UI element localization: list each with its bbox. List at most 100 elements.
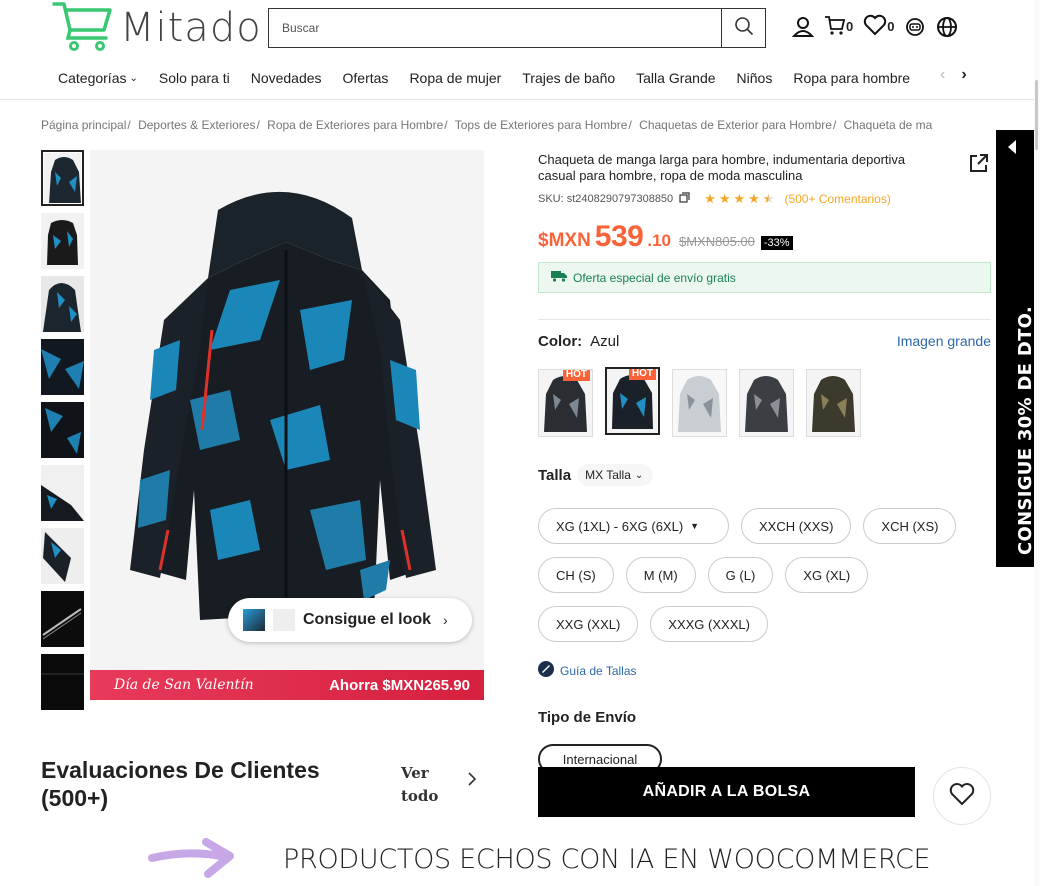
reviews-link[interactable]: (500+ Comentarios) bbox=[784, 192, 890, 206]
chevron-left-icon[interactable]: ‹ bbox=[940, 66, 945, 84]
size-option[interactable]: XXG (XXL) bbox=[538, 606, 639, 642]
original-price: $MXN805.00 bbox=[679, 234, 755, 249]
color-value: Azul bbox=[590, 333, 620, 350]
size-guide-link[interactable]: Guía de Tallas bbox=[538, 661, 637, 680]
sku-row: SKU: st2408290797308850 ★ ★ ★ ★ ★ (500+ … bbox=[538, 191, 891, 207]
nav-item-ropa-de-mujer[interactable]: Ropa de mujer bbox=[409, 70, 501, 86]
chevron-down-icon: ⌄ bbox=[634, 469, 644, 481]
thumbnail[interactable] bbox=[41, 654, 84, 710]
cart-button[interactable]: 0 bbox=[824, 14, 853, 39]
logo-text: Mitado bbox=[120, 5, 262, 51]
breadcrumb-separator: / bbox=[127, 118, 131, 132]
chevron-right-icon: › bbox=[443, 612, 448, 628]
thumbnail[interactable] bbox=[41, 150, 84, 206]
share-icon[interactable] bbox=[968, 152, 990, 179]
look-thumbnail bbox=[273, 609, 295, 631]
nav-arrows: ‹ › bbox=[940, 66, 967, 84]
nav-item-solo-para-ti[interactable]: Solo para ti bbox=[159, 70, 230, 86]
size-system-select[interactable]: MX Talla ⌄ bbox=[577, 464, 654, 486]
arrow-right-icon bbox=[148, 838, 238, 885]
size-option[interactable]: M (M) bbox=[625, 557, 696, 593]
size-label: Talla bbox=[538, 466, 572, 484]
cart-count: 0 bbox=[846, 19, 854, 34]
color-label: Color: bbox=[538, 333, 583, 350]
see-all-reviews-link[interactable]: Ver todo bbox=[401, 762, 449, 808]
user-icon[interactable] bbox=[792, 16, 814, 38]
color-swatch[interactable]: HOT bbox=[538, 369, 593, 437]
size-option[interactable]: G (L) bbox=[707, 557, 774, 593]
search-button[interactable] bbox=[721, 9, 765, 47]
color-swatch[interactable] bbox=[672, 369, 727, 437]
chevron-right-icon[interactable] bbox=[467, 772, 477, 791]
site-logo[interactable]: Mitado bbox=[52, 0, 262, 56]
nav-item-label: Categorías bbox=[58, 70, 127, 86]
breadcrumb-item[interactable]: Ropa de Exteriores para Hombre bbox=[267, 118, 443, 132]
add-to-wishlist-button[interactable] bbox=[933, 767, 991, 825]
breadcrumb-item[interactable]: Deportes & Exteriores bbox=[138, 118, 255, 132]
search-bar bbox=[268, 8, 766, 48]
star-icon: ★ bbox=[748, 191, 760, 206]
wishlist-button[interactable]: 0 bbox=[863, 14, 894, 39]
sku-text: SKU: st2408290797308850 bbox=[538, 193, 674, 205]
get-the-look-button[interactable]: Consigue el look › bbox=[228, 598, 472, 642]
breadcrumb-item[interactable]: Página principal bbox=[41, 118, 126, 132]
category-nav: Categorías ⌄ Solo para ti Novedades Ofert… bbox=[0, 62, 1040, 100]
breadcrumb-item[interactable]: Chaquetas de Exterior para Hombre bbox=[639, 118, 832, 132]
reviews-title: Evaluaciones De Clientes (500+) bbox=[41, 757, 320, 811]
look-thumbnail bbox=[243, 609, 265, 631]
big-image-link[interactable]: Imagen grande bbox=[897, 333, 991, 350]
heart-icon bbox=[863, 14, 887, 39]
support-icon[interactable] bbox=[904, 16, 926, 38]
add-to-bag-button[interactable]: AÑADIR A LA BOLSA bbox=[538, 767, 915, 817]
triangle-left-icon bbox=[1008, 140, 1018, 159]
star-icon: ★ bbox=[718, 191, 731, 206]
nav-item-categorias[interactable]: Categorías ⌄ bbox=[58, 70, 138, 86]
thumbnail[interactable] bbox=[41, 591, 84, 647]
breadcrumb-separator: / bbox=[628, 118, 632, 132]
heart-icon bbox=[949, 782, 975, 811]
star-icon: ★ bbox=[733, 191, 746, 206]
promo-event-label: Día de San Valentín bbox=[114, 677, 254, 693]
breadcrumb-separator: / bbox=[444, 118, 448, 132]
nav-item-novedades[interactable]: Novedades bbox=[251, 70, 322, 86]
wishlist-count: 0 bbox=[887, 19, 895, 34]
thumbnail[interactable] bbox=[41, 339, 84, 395]
size-option[interactable]: XXXG (XXXL) bbox=[650, 606, 768, 642]
color-swatch[interactable] bbox=[806, 369, 861, 437]
thumbnail[interactable] bbox=[41, 402, 84, 458]
color-row: Color: Azul Imagen grande bbox=[538, 333, 991, 350]
size-option[interactable]: CH (S) bbox=[538, 557, 614, 593]
banner-caption: PRODUCTOS ECHOS CON IA EN WOOCOMMERCE bbox=[283, 844, 931, 875]
color-swatch-selected[interactable]: HOT bbox=[605, 367, 660, 435]
size-option[interactable]: XXCH (XXS) bbox=[741, 508, 852, 544]
chevron-right-icon[interactable]: › bbox=[961, 66, 966, 84]
star-icon: ★ bbox=[704, 191, 716, 206]
thumbnail[interactable] bbox=[41, 276, 84, 332]
shipping-type-label: Tipo de Envío bbox=[538, 709, 637, 726]
size-option[interactable]: XCH (XS) bbox=[863, 508, 957, 544]
scrollbar-thumb[interactable] bbox=[1035, 80, 1038, 150]
copy-icon[interactable] bbox=[679, 192, 690, 206]
side-tab-text: CONSIGUE 30% DE DTO. bbox=[1015, 305, 1036, 555]
thumbnail[interactable] bbox=[41, 465, 84, 521]
size-option-plus[interactable]: XG (1XL) - 6XG (6XL) ▼ bbox=[538, 508, 729, 544]
nav-item-talla-grande[interactable]: Talla Grande bbox=[636, 70, 715, 86]
nav-item-ninos[interactable]: Niños bbox=[737, 70, 773, 86]
price-currency: $MXN bbox=[538, 230, 591, 251]
breadcrumb-item[interactable]: Tops de Exteriores para Hombre bbox=[455, 118, 628, 132]
color-swatch[interactable] bbox=[739, 369, 794, 437]
nav-item-ropa-para-hombre[interactable]: Ropa para hombre bbox=[793, 70, 910, 86]
nav-item-ofertas[interactable]: Ofertas bbox=[343, 70, 389, 86]
discount-side-tab[interactable]: CONSIGUE 30% DE DTO. bbox=[996, 130, 1036, 567]
hot-badge: HOT bbox=[628, 369, 656, 380]
nav-item-trajes-de-bano[interactable]: Trajes de baño bbox=[522, 70, 615, 86]
breadcrumb-separator: / bbox=[256, 118, 260, 132]
search-input[interactable] bbox=[269, 9, 721, 47]
thumbnail[interactable] bbox=[41, 213, 84, 269]
ruler-icon bbox=[538, 661, 554, 680]
promo-strip[interactable]: Día de San Valentín Ahorra $MXN265.90 bbox=[90, 670, 484, 700]
globe-icon[interactable] bbox=[936, 16, 958, 38]
size-guide-label: Guía de Tallas bbox=[560, 663, 637, 678]
thumbnail[interactable] bbox=[41, 528, 84, 584]
size-option[interactable]: XG (XL) bbox=[785, 557, 869, 593]
